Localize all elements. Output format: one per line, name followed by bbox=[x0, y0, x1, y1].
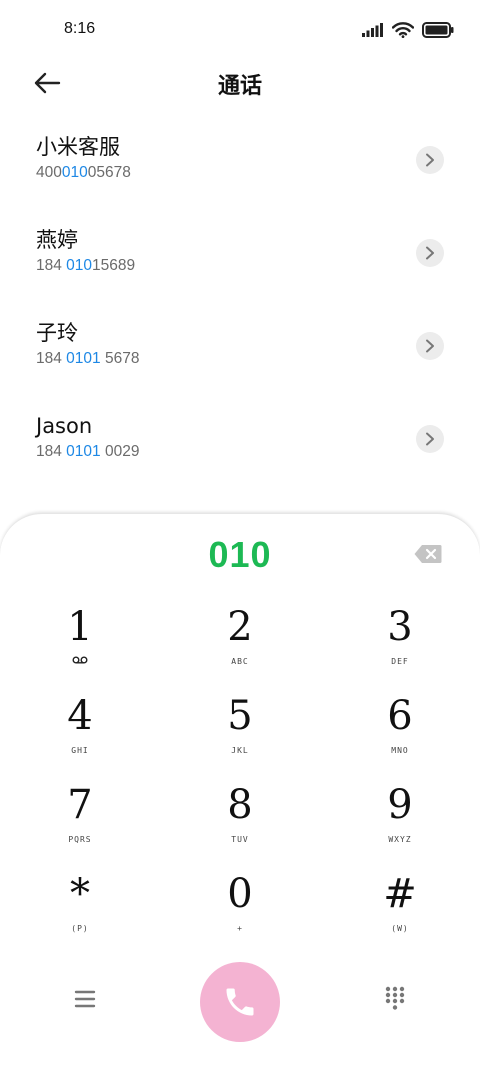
number-suffix: 5678 bbox=[100, 350, 140, 367]
key-digit: 8 bbox=[227, 782, 253, 828]
key-digit: 4 bbox=[67, 693, 93, 739]
dialpad-panel: 010 1 2 ABC 3 DEF 4 GHI 5 JKL 6 MNO 7 PQ… bbox=[0, 513, 480, 1066]
chevron-right-icon bbox=[426, 432, 434, 446]
key-digit: 1 bbox=[67, 604, 93, 650]
key-digit: 0 bbox=[227, 871, 253, 917]
header: 通话 bbox=[0, 60, 480, 106]
key-0[interactable]: 0 + bbox=[180, 869, 300, 949]
key-8[interactable]: 8 TUV bbox=[180, 780, 300, 860]
key-digit: 9 bbox=[387, 782, 413, 828]
number-prefix: 184 bbox=[36, 350, 67, 367]
number-suffix: 0029 bbox=[100, 443, 140, 460]
key-3[interactable]: 3 DEF bbox=[340, 602, 460, 682]
menu-icon bbox=[74, 990, 96, 1008]
number-match: 010 bbox=[66, 257, 93, 274]
key-1[interactable]: 1 bbox=[20, 602, 140, 682]
contact-name: Jason bbox=[36, 414, 93, 438]
contact-number: 184 01015689 bbox=[36, 255, 480, 277]
page-title: 通话 bbox=[217, 74, 262, 99]
key-letters: GHI bbox=[71, 746, 89, 755]
key-digit: 3 bbox=[387, 604, 413, 650]
number-prefix: 184 bbox=[36, 257, 67, 274]
key-letters: (W) bbox=[391, 924, 409, 933]
chevron-right-icon bbox=[426, 153, 434, 167]
status-time: 8:16 bbox=[64, 20, 96, 37]
key-digit: 5 bbox=[227, 693, 253, 739]
key-letters: + bbox=[237, 924, 243, 933]
contact-name: 小米客服 bbox=[36, 135, 120, 159]
key-digit: # bbox=[383, 871, 417, 917]
number-match: 0101 bbox=[66, 443, 101, 460]
key-letters: DEF bbox=[391, 657, 409, 666]
contact-number: 184 0101 0029 bbox=[36, 441, 480, 463]
status-icons bbox=[362, 22, 454, 38]
signal-icon bbox=[362, 23, 383, 37]
key-digit: * bbox=[70, 871, 90, 917]
key-9[interactable]: 9 WXYZ bbox=[340, 780, 460, 860]
battery-icon bbox=[422, 22, 454, 38]
contact-item[interactable]: Jason 184 0101 0029 bbox=[0, 409, 480, 502]
status-bar: 8:16 bbox=[0, 0, 480, 60]
delete-button[interactable] bbox=[414, 544, 442, 564]
contact-number: 40001005678 bbox=[36, 162, 480, 184]
key-digit: 6 bbox=[387, 693, 413, 739]
key-star[interactable]: * (P) bbox=[20, 869, 140, 949]
number-prefix: 184 bbox=[36, 443, 67, 460]
key-digit: 7 bbox=[67, 782, 93, 828]
contact-detail-button[interactable] bbox=[416, 332, 444, 360]
contact-name: 子玲 bbox=[36, 321, 78, 345]
contact-name: 燕婷 bbox=[36, 228, 78, 252]
key-letters: MNO bbox=[391, 746, 409, 755]
key-letters: WXYZ bbox=[388, 835, 412, 844]
phone-icon bbox=[226, 988, 254, 1016]
voicemail-icon bbox=[72, 656, 88, 664]
contact-detail-button[interactable] bbox=[416, 425, 444, 453]
number-suffix: 15689 bbox=[92, 257, 136, 274]
wifi-icon bbox=[392, 22, 414, 38]
number-match: 010 bbox=[61, 164, 88, 181]
call-button[interactable] bbox=[200, 962, 280, 1042]
key-4[interactable]: 4 GHI bbox=[20, 691, 140, 771]
dialed-number: 010 bbox=[208, 534, 272, 575]
contact-number: 184 0101 5678 bbox=[36, 348, 480, 370]
dialpad-icon bbox=[385, 986, 405, 1010]
key-letters: PQRS bbox=[68, 835, 92, 844]
key-letters: (P) bbox=[71, 924, 89, 933]
contact-list: 小米客服 40001005678 燕婷 184 01015689 子玲 184 … bbox=[0, 130, 480, 502]
key-2[interactable]: 2 ABC bbox=[180, 602, 300, 682]
key-letters: ABC bbox=[231, 657, 249, 666]
number-prefix: 400 bbox=[36, 164, 62, 181]
key-7[interactable]: 7 PQRS bbox=[20, 780, 140, 860]
key-letters: TUV bbox=[231, 835, 249, 844]
keypad-toggle-button[interactable] bbox=[380, 984, 410, 1014]
contact-item[interactable]: 燕婷 184 01015689 bbox=[0, 223, 480, 316]
chevron-right-icon bbox=[426, 246, 434, 260]
key-letters: JKL bbox=[231, 746, 249, 755]
contact-item[interactable]: 小米客服 40001005678 bbox=[0, 130, 480, 223]
key-5[interactable]: 5 JKL bbox=[180, 691, 300, 771]
menu-button[interactable] bbox=[70, 984, 100, 1014]
number-suffix: 05678 bbox=[87, 164, 131, 181]
contact-detail-button[interactable] bbox=[416, 146, 444, 174]
number-match: 0101 bbox=[66, 350, 101, 367]
dialer-bottom-bar bbox=[0, 962, 480, 1042]
key-6[interactable]: 6 MNO bbox=[340, 691, 460, 771]
key-digit: 2 bbox=[227, 604, 253, 650]
contact-item[interactable]: 子玲 184 0101 5678 bbox=[0, 316, 480, 409]
backspace-icon bbox=[414, 545, 442, 563]
contact-detail-button[interactable] bbox=[416, 239, 444, 267]
key-hash[interactable]: # (W) bbox=[340, 869, 460, 949]
chevron-right-icon bbox=[426, 339, 434, 353]
